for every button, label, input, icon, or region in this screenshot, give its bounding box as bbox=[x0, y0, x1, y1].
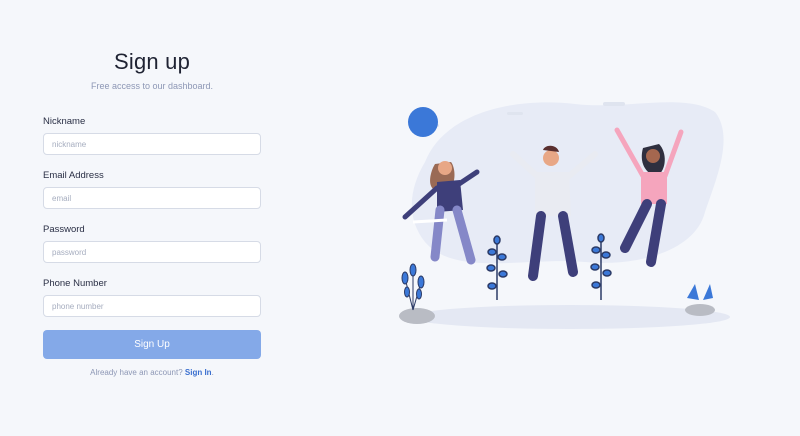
page-subtitle: Free access to our dashboard. bbox=[90, 81, 214, 91]
sign-up-button[interactable]: Sign Up bbox=[43, 330, 261, 359]
rock-left bbox=[399, 308, 435, 324]
password-label: Password bbox=[43, 224, 85, 235]
phone-input[interactable] bbox=[43, 295, 261, 317]
email-input[interactable] bbox=[43, 187, 261, 209]
nickname-label: Nickname bbox=[43, 116, 86, 127]
page-title: Sign up bbox=[113, 49, 190, 74]
signin-suffix: . bbox=[211, 368, 214, 377]
cloud-shape bbox=[603, 102, 625, 106]
plant-left bbox=[401, 263, 425, 311]
nickname-input[interactable] bbox=[43, 133, 261, 155]
password-input[interactable] bbox=[43, 241, 261, 263]
phone-label: Phone Number bbox=[43, 278, 107, 289]
ground-shadow bbox=[410, 305, 730, 329]
sun-circle bbox=[408, 107, 438, 137]
cloud-shape bbox=[507, 112, 523, 115]
celebration-illustration bbox=[399, 102, 730, 329]
sign-in-link[interactable]: Sign In bbox=[185, 368, 212, 377]
rock-right bbox=[685, 304, 715, 316]
signin-prompt: Already have an account? Sign In. bbox=[43, 368, 261, 377]
signin-prompt-text: Already have an account? bbox=[90, 368, 185, 377]
plant-right bbox=[687, 284, 713, 300]
email-label: Email Address bbox=[43, 170, 104, 181]
